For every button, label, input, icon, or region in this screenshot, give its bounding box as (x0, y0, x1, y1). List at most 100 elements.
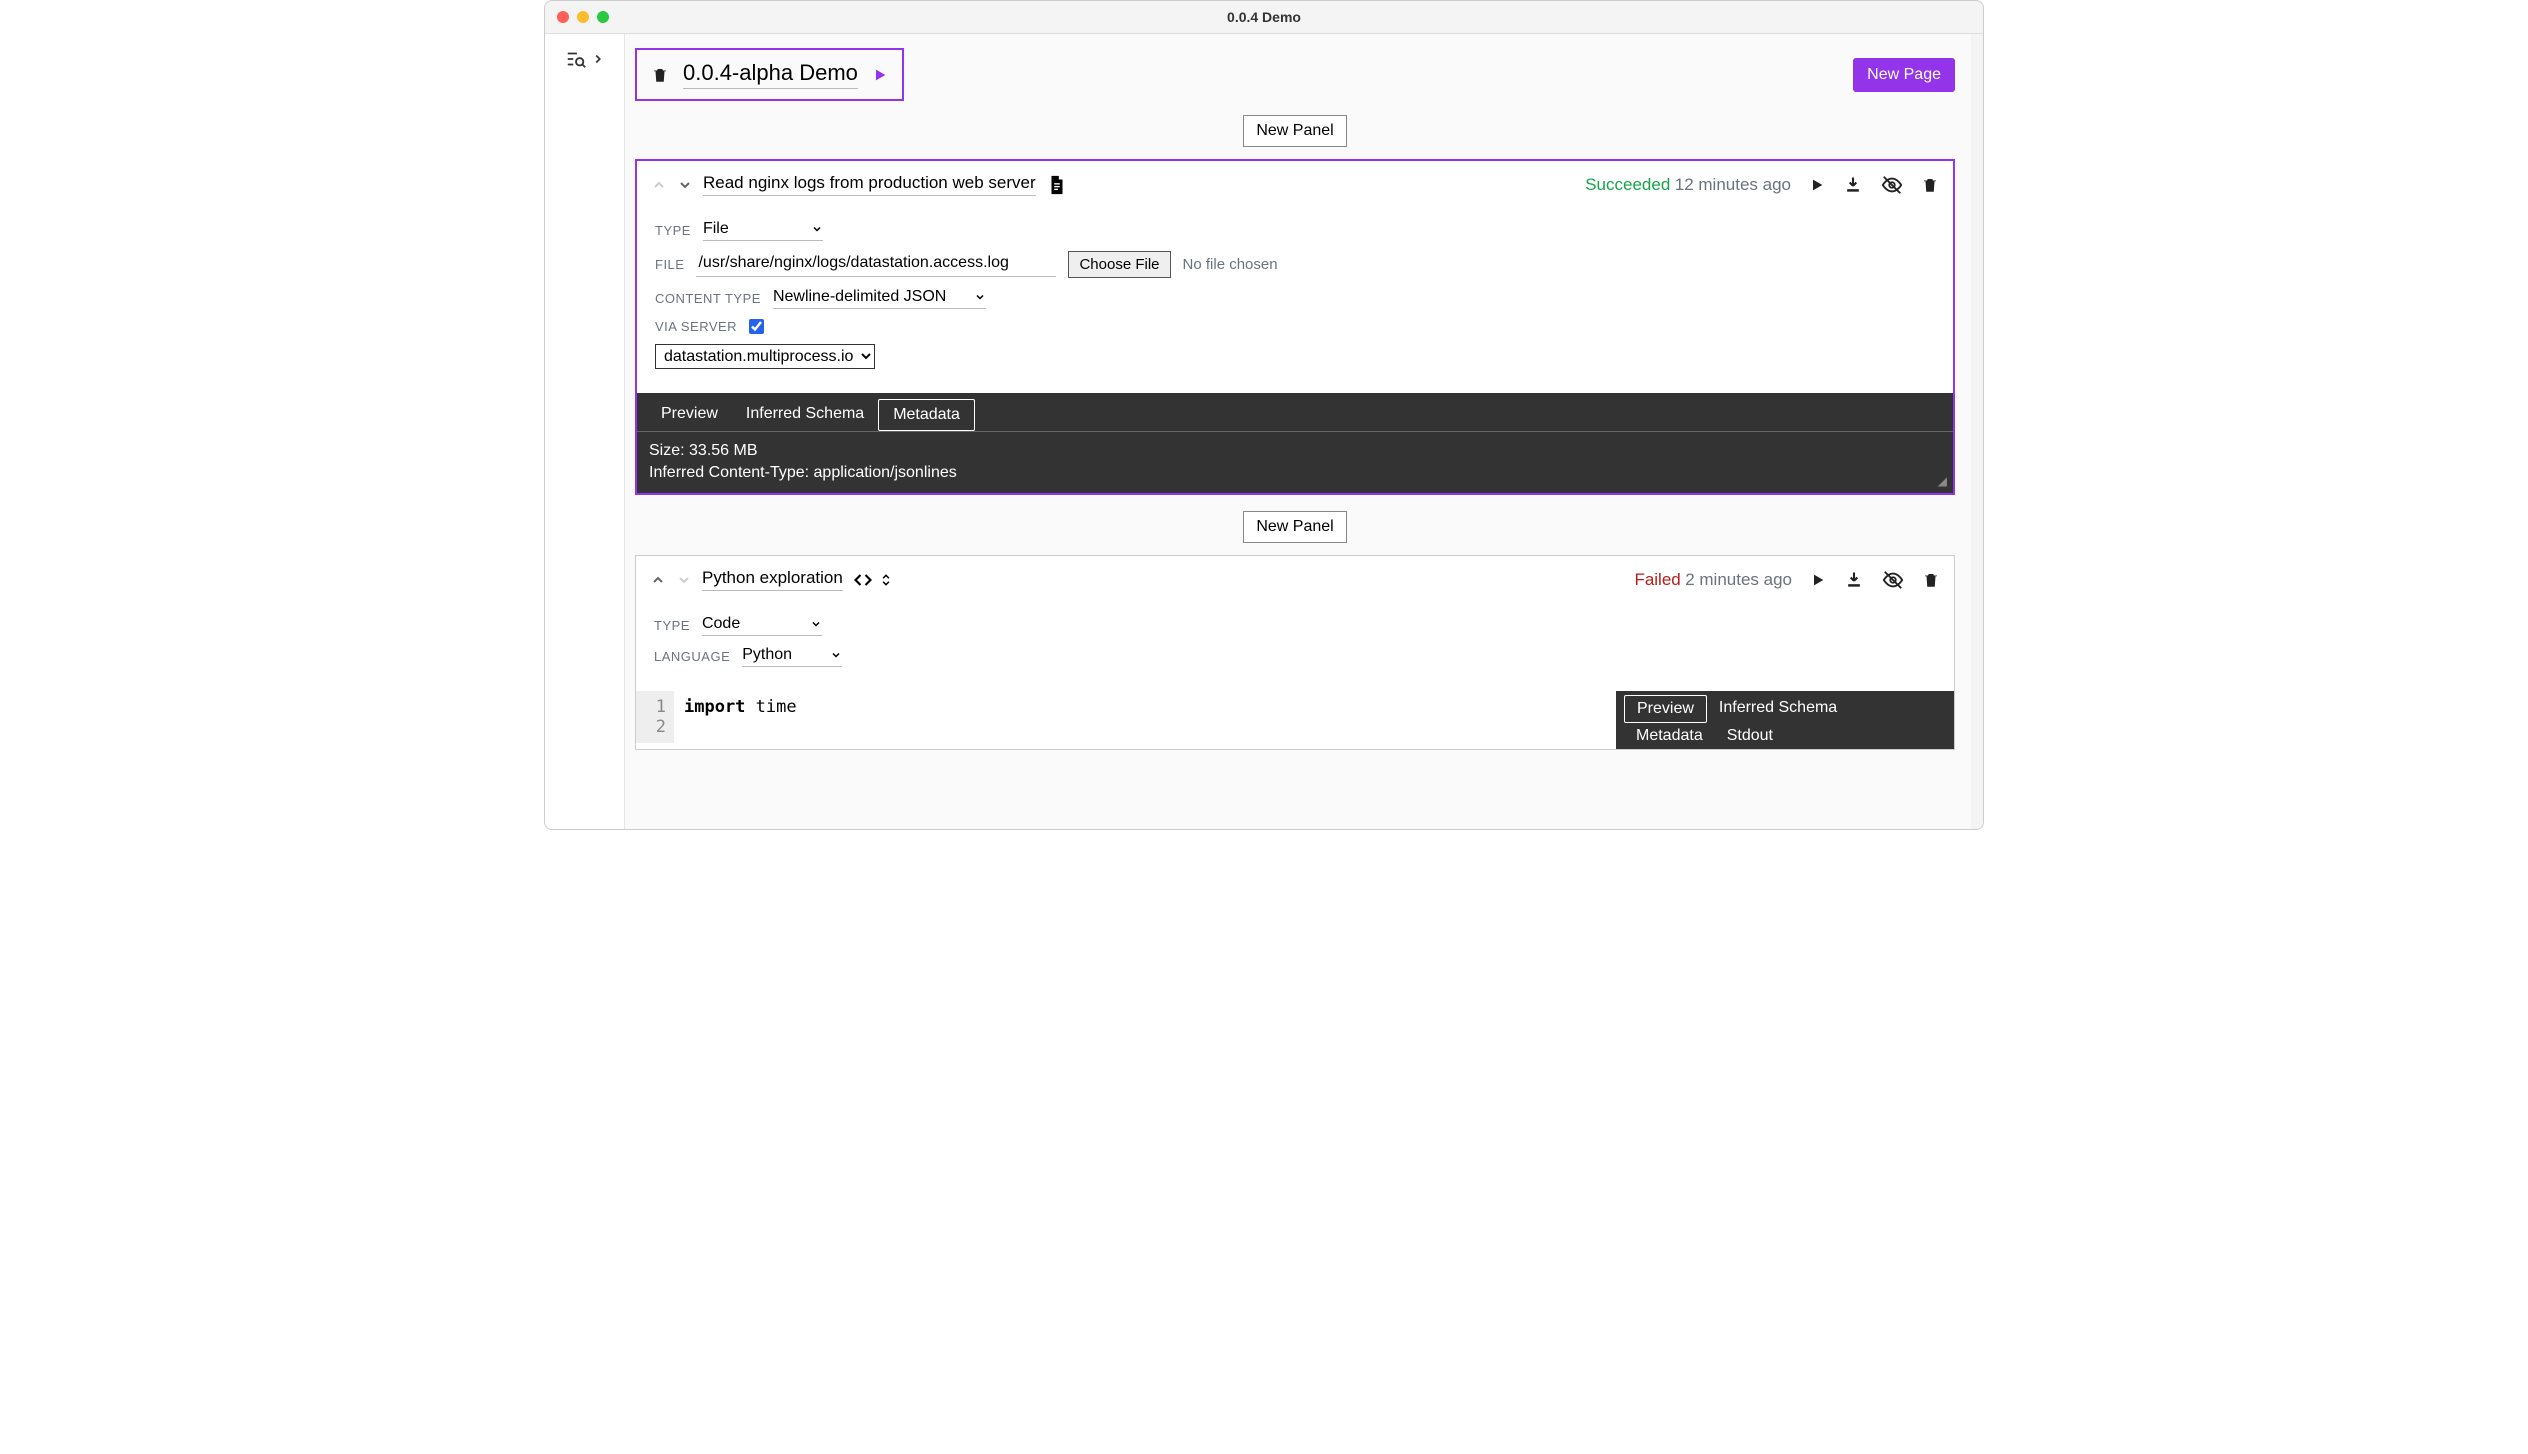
run-page-button[interactable] (872, 67, 888, 83)
type-select[interactable]: Code (702, 615, 822, 636)
scrollbar[interactable] (1971, 34, 1983, 829)
tab-metadata[interactable]: Metadata (878, 399, 975, 431)
move-panel-down[interactable] (676, 572, 692, 588)
chevron-down-icon (783, 223, 823, 235)
download-button[interactable] (1844, 570, 1864, 590)
sidebar (545, 34, 625, 829)
language-label: LANGUAGE (654, 649, 730, 664)
line-gutter: 1 2 (636, 691, 674, 743)
download-button[interactable] (1843, 175, 1863, 195)
maximize-window[interactable] (597, 11, 609, 23)
panel-header-left: Read nginx logs from production web serv… (651, 173, 1068, 196)
panel-file: Read nginx logs from production web serv… (635, 159, 1955, 495)
eye-off-icon (1882, 569, 1904, 591)
chevron-down-icon (677, 177, 693, 193)
chevron-down-icon (676, 572, 692, 588)
language-select[interactable]: Python (742, 646, 842, 667)
panel-type-indicator (1046, 174, 1068, 196)
file-icon (1046, 174, 1068, 196)
content-type-value: Newline-delimited JSON (773, 288, 946, 306)
type-label: TYPE (654, 618, 690, 633)
code-rest: time (745, 697, 796, 717)
result-tabs: Preview Inferred Schema Metadata (637, 393, 1953, 432)
code-text: import time (674, 691, 807, 743)
titlebar: 0.0.4 Demo (545, 1, 1983, 33)
panel-title-input[interactable]: Read nginx logs from production web serv… (703, 173, 1036, 196)
chevron-right-icon (591, 52, 605, 66)
hide-button[interactable] (1882, 569, 1904, 591)
type-value: File (703, 220, 729, 238)
choose-file-button[interactable]: Choose File (1068, 251, 1170, 278)
play-icon (1809, 177, 1825, 193)
file-path-input[interactable] (696, 252, 1056, 277)
panel-header: Python exploration Failed 2 minutes ago (636, 556, 1954, 601)
file-label: FILE (655, 257, 684, 272)
delete-panel-button[interactable] (1922, 571, 1940, 589)
main-content: 0.0.4-alpha Demo New Page New Panel (625, 34, 1971, 829)
resize-handle[interactable]: ◢ (1938, 473, 1947, 489)
panel-code: Python exploration Failed 2 minutes ago (635, 555, 1955, 750)
move-panel-up[interactable] (650, 572, 666, 588)
close-window[interactable] (557, 11, 569, 23)
no-file-text: No file chosen (1183, 256, 1278, 273)
language-value: Python (742, 646, 792, 664)
chevron-up-icon (650, 572, 666, 588)
download-icon (1843, 175, 1863, 195)
window-title: 0.0.4 Demo (1227, 9, 1301, 25)
code-editor-area: 1 2 import time (636, 691, 1616, 749)
minimize-window[interactable] (577, 11, 589, 23)
new-panel-button[interactable]: New Panel (1243, 115, 1346, 147)
tab-metadata[interactable]: Metadata (1624, 723, 1715, 749)
new-panel-top: New Panel (625, 115, 1965, 147)
page-name-input[interactable]: 0.0.4-alpha Demo (683, 60, 858, 89)
move-panel-up[interactable] (651, 177, 667, 193)
chevron-down-icon (802, 649, 842, 661)
panel-title-input[interactable]: Python exploration (702, 568, 843, 591)
collapse-icon (879, 573, 893, 587)
delete-page-button[interactable] (651, 66, 669, 84)
tab-stdout[interactable]: Stdout (1715, 723, 1785, 749)
results-area: Preview Inferred Schema Metadata Size: 3… (637, 393, 1953, 493)
trash-icon (651, 66, 669, 84)
new-panel-button[interactable]: New Panel (1243, 511, 1346, 543)
via-server-checkbox[interactable] (749, 319, 764, 334)
results-body: Size: 33.56 MB Inferred Content-Type: ap… (637, 432, 1953, 493)
type-select[interactable]: File (703, 220, 823, 241)
panel-header-right: Succeeded 12 minutes ago (1585, 174, 1939, 196)
panel-header: Read nginx logs from production web serv… (637, 161, 1953, 206)
sidebar-search-toggle[interactable] (565, 48, 605, 70)
move-panel-down[interactable] (677, 177, 693, 193)
new-panel-middle: New Panel (625, 511, 1965, 543)
code-editor[interactable]: 1 2 import time (636, 691, 1616, 743)
tab-schema[interactable]: Inferred Schema (732, 399, 878, 431)
code-icon (853, 570, 873, 590)
server-select[interactable]: datastation.multiprocess.io (655, 344, 875, 369)
chevron-down-icon (782, 618, 822, 630)
result-tabs: Preview Inferred Schema Metadata Stdout (1616, 691, 1954, 749)
panel-header-left: Python exploration (650, 568, 893, 591)
delete-panel-button[interactable] (1921, 176, 1939, 194)
play-icon (872, 67, 888, 83)
run-panel-button[interactable] (1809, 177, 1825, 193)
chevron-down-icon (946, 291, 986, 303)
run-panel-button[interactable] (1810, 572, 1826, 588)
panel-type-indicator (853, 570, 893, 590)
metadata-content-type: Inferred Content-Type: application/jsonl… (649, 462, 1941, 484)
via-server-label: VIA SERVER (655, 319, 737, 334)
panel-form: TYPE File FILE Choose File No file chose… (637, 206, 1953, 393)
status-time: 2 minutes ago (1685, 570, 1792, 589)
play-icon (1810, 572, 1826, 588)
eye-off-icon (1881, 174, 1903, 196)
panel-form: TYPE Code LANGUAGE Python (636, 601, 1954, 691)
code-keyword: import (684, 697, 745, 717)
page-header: 0.0.4-alpha Demo New Page (635, 48, 1955, 101)
chevron-up-icon (651, 177, 667, 193)
hide-button[interactable] (1881, 174, 1903, 196)
new-page-button[interactable]: New Page (1853, 58, 1955, 92)
tab-preview[interactable]: Preview (1624, 695, 1707, 723)
metadata-size: Size: 33.56 MB (649, 440, 1941, 462)
tab-preview[interactable]: Preview (647, 399, 732, 431)
content-type-select[interactable]: Newline-delimited JSON (773, 288, 986, 309)
content-type-label: CONTENT TYPE (655, 291, 761, 306)
tab-schema[interactable]: Inferred Schema (1707, 695, 1849, 723)
